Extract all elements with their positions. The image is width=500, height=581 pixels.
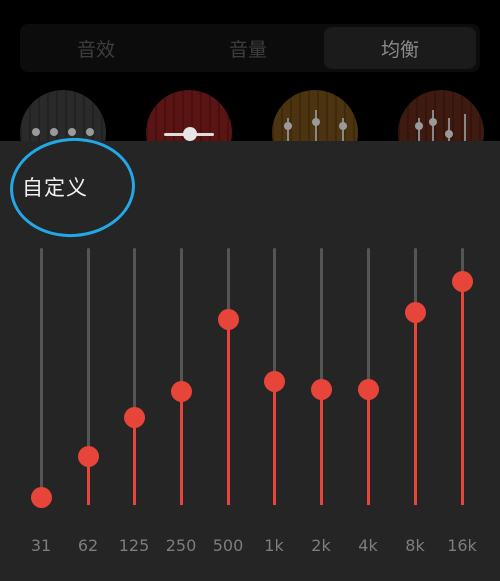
slider-fill xyxy=(460,281,464,505)
slider-knob-icon xyxy=(312,118,320,126)
eq-knob-icon xyxy=(86,128,94,136)
slider-track[interactable] xyxy=(39,248,43,498)
slider-track[interactable] xyxy=(366,248,370,390)
slider-track[interactable] xyxy=(319,248,323,390)
band-frequency-label: 1k xyxy=(264,536,284,555)
band-frequency-label: 2k xyxy=(311,536,331,555)
slider-track[interactable] xyxy=(179,248,183,392)
slider-thumb[interactable] xyxy=(30,486,52,508)
slider-thumb[interactable] xyxy=(310,378,332,400)
slider-thumb[interactable] xyxy=(217,309,239,331)
slider-track[interactable] xyxy=(132,248,136,418)
slider-thumb[interactable] xyxy=(123,407,145,429)
tab-equalizer[interactable]: 均衡 xyxy=(324,27,476,69)
band-frequency-label: 4k xyxy=(358,536,378,555)
slider-fill xyxy=(319,389,323,505)
band-frequency-label: 62 xyxy=(77,536,99,555)
slider-fill xyxy=(179,391,183,505)
mode-tabs: 音效 音量 均衡 xyxy=(20,24,480,72)
band-frequency-label: 125 xyxy=(118,536,150,555)
tab-sound-effect[interactable]: 音效 xyxy=(20,24,172,72)
slider-thumb[interactable] xyxy=(357,378,379,400)
slider-thumb[interactable] xyxy=(404,301,426,323)
eq-knob-icon xyxy=(68,128,76,136)
slider-fill xyxy=(272,381,276,505)
slider-thumb[interactable] xyxy=(263,371,285,393)
band-frequency-label: 16k xyxy=(447,536,477,555)
slider-track[interactable] xyxy=(86,248,90,457)
band-frequency-label: 250 xyxy=(165,536,197,555)
slider-knob-icon xyxy=(339,122,347,130)
slider-fill xyxy=(226,319,230,505)
slider-fill xyxy=(366,389,370,505)
tab-volume[interactable]: 音量 xyxy=(172,24,324,72)
slider-thumb[interactable] xyxy=(170,381,192,403)
band-frequency-label: 31 xyxy=(30,536,52,555)
slider-knob-icon xyxy=(429,118,437,126)
slider-knob-icon xyxy=(445,130,453,138)
eq-sliders-icon xyxy=(415,122,423,130)
band-frequency-label: 500 xyxy=(212,536,244,555)
slider-track[interactable] xyxy=(272,248,276,382)
equalizer-screen: 音效 音量 均衡 自定义 31 62 125 250 500 1k 2k 4k … xyxy=(0,0,500,581)
slider-fill xyxy=(413,312,417,505)
eq-knobs-icon xyxy=(32,128,40,136)
balance-knob-icon xyxy=(183,127,197,141)
slider-thumb[interactable] xyxy=(451,270,473,292)
eq-knob-icon xyxy=(50,128,58,136)
eq-sliders-icon xyxy=(284,122,292,130)
band-frequency-label: 8k xyxy=(405,536,425,555)
slider-thumb[interactable] xyxy=(77,445,99,467)
slider-fill xyxy=(132,417,136,505)
